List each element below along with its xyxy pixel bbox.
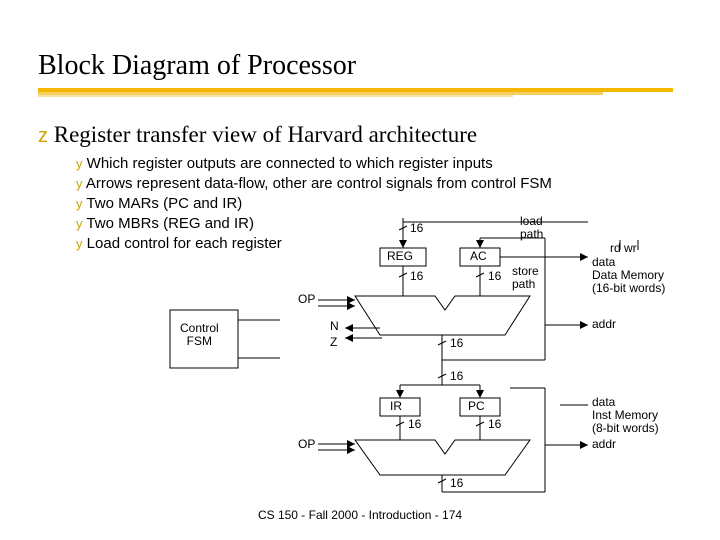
label-reg: REG [387,250,413,263]
label-w16-pc: 16 [488,418,501,431]
label-pc: PC [468,400,485,413]
label-w16-top: 16 [410,222,423,235]
label-addr-lower: addr [592,438,616,451]
slide: Block Diagram of Processor z Register tr… [0,0,720,540]
label-w16-aluout: 16 [450,337,463,350]
bullet-main: z Register transfer view of Harvard arch… [38,122,477,148]
label-w16-ac: 16 [488,270,501,283]
label-addr-upper: addr [592,318,616,331]
label-store-path: store path [512,265,539,291]
label-rd-wr: rd wr [610,242,637,255]
label-control-fsm: Control FSM [180,322,219,348]
label-ir: IR [390,400,402,413]
label-ac: AC [470,250,487,263]
title-underline [38,88,673,98]
label-n: N [330,320,339,333]
label-data-memory: data Data Memory (16-bit words) [592,256,665,295]
label-op-upper: OP [298,293,315,306]
label-w16-ir: 16 [408,418,421,431]
label-z: Z [330,336,337,349]
page-title: Block Diagram of Processor [38,50,356,82]
slide-footer: CS 150 - Fall 2000 - Introduction - 174 [0,508,720,522]
label-w16-mid: 16 [450,370,463,383]
label-w16-bot: 16 [450,477,463,490]
bullet-sub-1: y Which register outputs are connected t… [76,155,493,172]
label-w16-reg: 16 [410,270,423,283]
label-inst-memory: data Inst Memory (8-bit words) [592,396,659,435]
bullet-main-text: Register transfer view of Harvard archit… [54,122,477,147]
diagram-svg [150,210,690,500]
label-load-path: load path [520,215,543,241]
processor-diagram: Control FSM OP N Z REG AC 16 16 16 16 lo… [150,210,690,500]
label-op-lower: OP [298,438,315,451]
bullet-sub-2: y Arrows represent data-flow, other are … [76,175,552,192]
